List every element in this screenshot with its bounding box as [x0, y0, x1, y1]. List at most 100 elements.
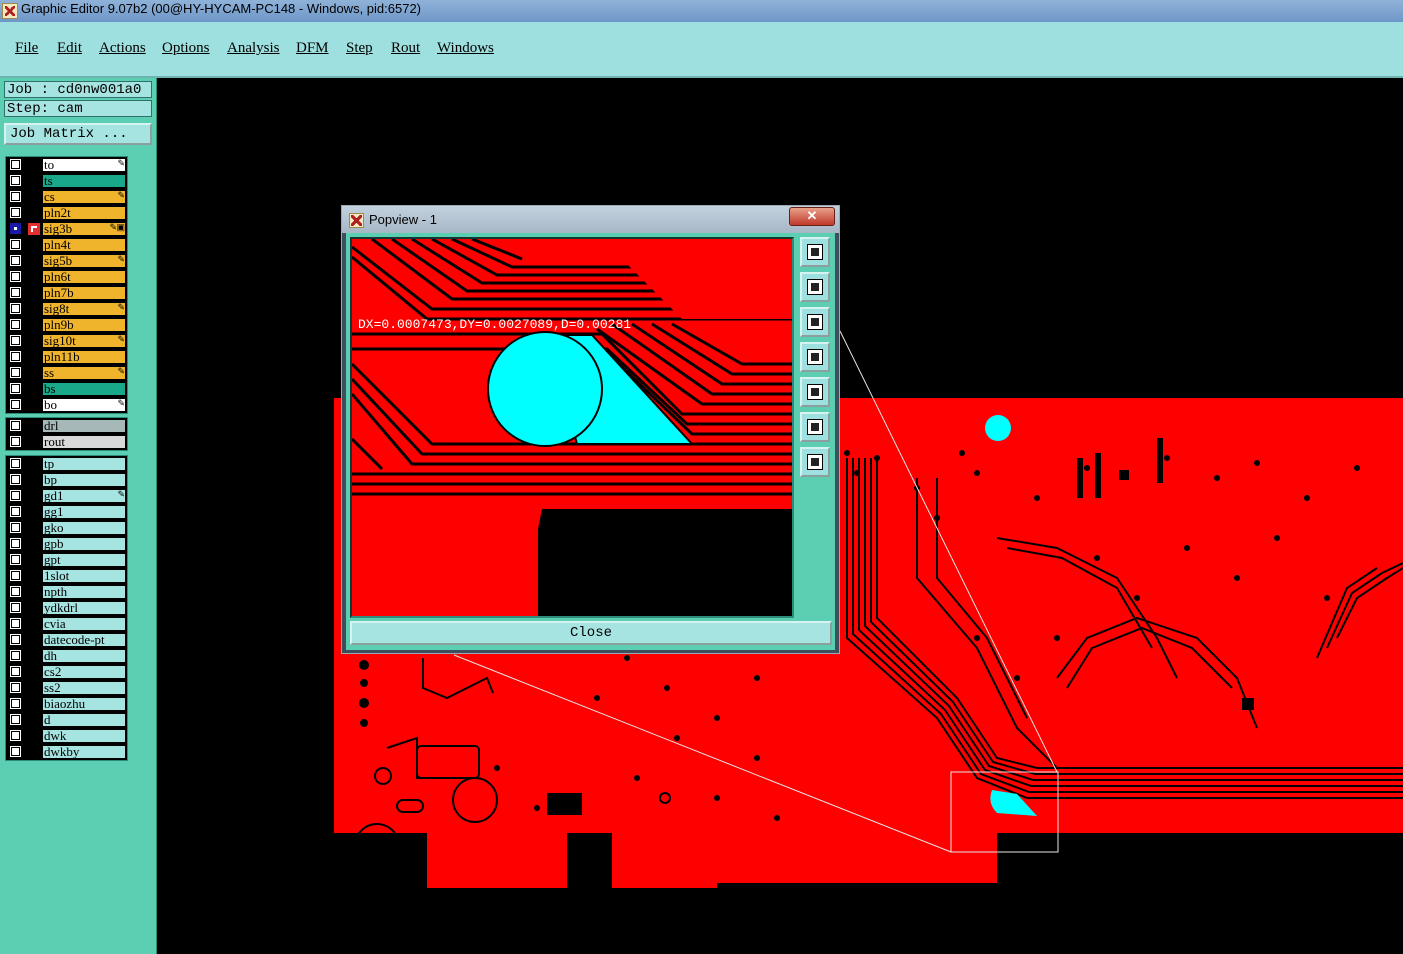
layer-name[interactable]: ydkdrl — [42, 601, 126, 615]
layer-row-sig3b[interactable]: sig3b ✎ ▣ — [6, 221, 127, 237]
pan-down-button[interactable] — [800, 307, 830, 337]
layer-row-cs2[interactable]: cs2 — [6, 664, 127, 680]
layer-checkbox[interactable] — [10, 522, 21, 533]
layer-name[interactable]: sig5b — [42, 254, 126, 268]
layer-row-dwk[interactable]: dwk — [6, 728, 127, 744]
job-matrix-button[interactable]: Job Matrix ... — [4, 123, 152, 145]
layer-checkbox[interactable] — [10, 490, 21, 501]
layer-checkbox[interactable] — [10, 223, 21, 234]
layer-row-pln2t[interactable]: pln2t — [6, 205, 127, 221]
layer-checkbox[interactable] — [10, 458, 21, 469]
layer-checkbox[interactable] — [10, 506, 21, 517]
layer-row-sig10t[interactable]: sig10t ✎ — [6, 333, 127, 349]
layer-name[interactable]: d — [42, 713, 126, 727]
layer-row-pln7b[interactable]: pln7b — [6, 285, 127, 301]
layer-checkbox[interactable] — [10, 335, 21, 346]
menu-windows[interactable]: Windows — [437, 40, 494, 57]
popview-close-button[interactable]: Close — [350, 621, 832, 645]
pan-up-button[interactable] — [800, 272, 830, 302]
layer-row-dwkby[interactable]: dwkby — [6, 744, 127, 760]
layer-name[interactable]: biaozhu — [42, 697, 126, 711]
layer-row-bo[interactable]: bo ✎ — [6, 397, 127, 413]
layer-checkbox[interactable] — [10, 618, 21, 629]
layer-row-bp[interactable]: bp — [6, 472, 127, 488]
layer-name[interactable]: bo — [42, 398, 126, 412]
layer-row-gd1[interactable]: gd1 ✎ — [6, 488, 127, 504]
layer-checkbox[interactable] — [10, 474, 21, 485]
layer-checkbox[interactable] — [10, 207, 21, 218]
layer-row-sig8t[interactable]: sig8t ✎ — [6, 301, 127, 317]
layer-row-pln11b[interactable]: pln11b — [6, 349, 127, 365]
zoom-fit-button[interactable] — [800, 412, 830, 442]
layer-name[interactable]: ss — [42, 366, 126, 380]
layer-checkbox[interactable] — [10, 730, 21, 741]
layer-name[interactable]: pln9b — [42, 318, 126, 332]
menu-edit[interactable]: Edit — [57, 40, 82, 57]
layer-name[interactable]: ss2 — [42, 681, 126, 695]
layer-name[interactable]: 1slot — [42, 569, 126, 583]
layer-row-gpt[interactable]: gpt — [6, 552, 127, 568]
layer-checkbox[interactable] — [10, 175, 21, 186]
layer-name[interactable]: tp — [42, 457, 126, 471]
menu-step[interactable]: Step — [346, 40, 373, 57]
layer-checkbox[interactable] — [10, 682, 21, 693]
layer-checkbox[interactable] — [10, 239, 21, 250]
layer-checkbox[interactable] — [10, 351, 21, 362]
popview-canvas[interactable]: DX=0.0007473,DY=0.0027089,D=0.00281 — [350, 237, 794, 618]
layer-checkbox[interactable] — [10, 319, 21, 330]
layer-name[interactable]: datecode-pt — [42, 633, 126, 647]
pan-left-button[interactable] — [800, 342, 830, 372]
menu-file[interactable]: File — [15, 40, 38, 57]
layer-checkbox[interactable] — [10, 191, 21, 202]
layer-name[interactable]: dwk — [42, 729, 126, 743]
layer-name[interactable]: npth — [42, 585, 126, 599]
layer-row-cvia[interactable]: cvia — [6, 616, 127, 632]
layer-row-pln4t[interactable]: pln4t — [6, 237, 127, 253]
layer-row-gg1[interactable]: gg1 — [6, 504, 127, 520]
layer-row-pln9b[interactable]: pln9b — [6, 317, 127, 333]
layer-checkbox[interactable] — [10, 698, 21, 709]
layer-checkbox[interactable] — [10, 367, 21, 378]
layer-row-biaozhu[interactable]: biaozhu — [6, 696, 127, 712]
layer-checkbox[interactable] — [10, 538, 21, 549]
layer-row-d[interactable]: d — [6, 712, 127, 728]
layer-name[interactable]: sig8t — [42, 302, 126, 316]
layer-row-rout[interactable]: rout — [6, 434, 127, 450]
layer-row-tp[interactable]: tp — [6, 456, 127, 472]
layer-name[interactable]: rout — [42, 435, 126, 449]
layer-row-bs[interactable]: bs — [6, 381, 127, 397]
layer-checkbox[interactable] — [10, 271, 21, 282]
layer-checkbox[interactable] — [10, 399, 21, 410]
layer-name[interactable]: dh — [42, 649, 126, 663]
layer-name[interactable]: pln6t — [42, 270, 126, 284]
layer-row-datecode-pt[interactable]: datecode-pt — [6, 632, 127, 648]
layer-checkbox[interactable] — [10, 586, 21, 597]
layer-name[interactable]: gg1 — [42, 505, 126, 519]
layer-name[interactable]: sig10t — [42, 334, 126, 348]
pan-right-button[interactable] — [800, 377, 830, 407]
layer-name[interactable]: cs — [42, 190, 126, 204]
layer-checkbox[interactable] — [10, 634, 21, 645]
layer-name[interactable]: pln2t — [42, 206, 126, 220]
layer-name[interactable]: dwkby — [42, 745, 126, 759]
layer-checkbox[interactable] — [10, 420, 21, 431]
layer-checkbox[interactable] — [10, 287, 21, 298]
layer-checkbox[interactable] — [10, 255, 21, 266]
layer-checkbox[interactable] — [10, 714, 21, 725]
layer-row-1slot[interactable]: 1slot — [6, 568, 127, 584]
layer-row-gko[interactable]: gko — [6, 520, 127, 536]
layer-name[interactable]: gpt — [42, 553, 126, 567]
layer-row-pln6t[interactable]: pln6t — [6, 269, 127, 285]
zoom-home-button[interactable] — [800, 237, 830, 267]
layer-row-cs[interactable]: cs ✎ — [6, 189, 127, 205]
menu-dfm[interactable]: DFM — [296, 40, 329, 57]
layer-name[interactable]: bp — [42, 473, 126, 487]
menu-rout[interactable]: Rout — [391, 40, 420, 57]
layer-name[interactable]: to — [42, 158, 126, 172]
layer-name[interactable]: pln4t — [42, 238, 126, 252]
layer-name[interactable]: gd1 — [42, 489, 126, 503]
layer-checkbox[interactable] — [10, 746, 21, 757]
layer-checkbox[interactable] — [10, 554, 21, 565]
layer-name[interactable]: ts — [42, 174, 126, 188]
layer-checkbox[interactable] — [10, 650, 21, 661]
